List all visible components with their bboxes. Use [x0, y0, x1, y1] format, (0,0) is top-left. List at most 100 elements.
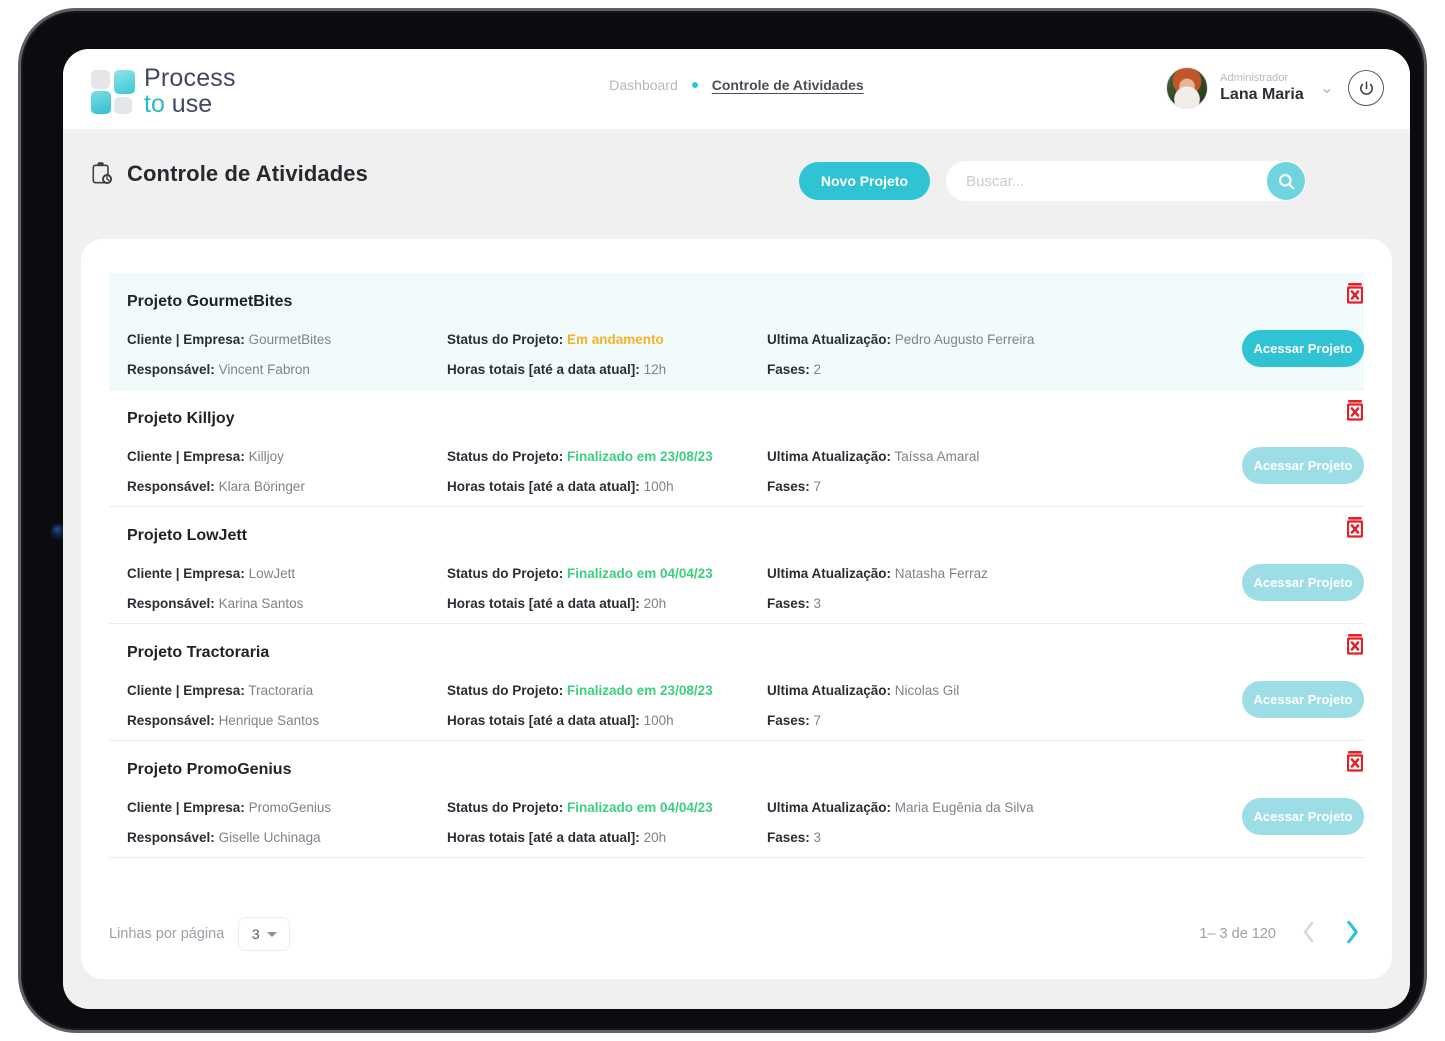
responsible-label: Responsável:: [127, 712, 215, 728]
project-status: Status do Projeto: Finalizado em 04/04/2…: [447, 799, 767, 817]
status-badge: Em andamento: [567, 332, 664, 347]
breadcrumb-dashboard[interactable]: Dashboard: [609, 77, 678, 93]
access-project-button[interactable]: Acessar Projeto: [1242, 564, 1364, 601]
access-project-button[interactable]: Acessar Projeto: [1242, 681, 1364, 718]
phases-value: 3: [813, 595, 822, 611]
search-box: [946, 161, 1306, 201]
project-row: Projeto LowJett Cliente | Empresa: LowJe…: [109, 507, 1364, 624]
project-status: Status do Projeto: Em andamento: [447, 331, 767, 349]
project-hours: Horas totais [até a data atual]: 12h: [447, 361, 767, 379]
screen: Process to use Dashboard Controle de Ati…: [63, 49, 1410, 1009]
delete-project-button[interactable]: [1346, 517, 1364, 538]
project-responsible: Responsável: Klara Böringer: [127, 478, 447, 496]
hours-value: 20h: [643, 829, 667, 845]
responsible-value: Giselle Uchinaga: [218, 829, 321, 845]
new-project-button[interactable]: Novo Projeto: [798, 162, 930, 200]
power-button[interactable]: [1348, 70, 1384, 106]
phases-label: Fases:: [767, 361, 810, 377]
pagination: Linhas por página 3 1– 3 de 120: [109, 917, 1364, 951]
project-row: Projeto Tractoraria Cliente | Empresa: T…: [109, 624, 1364, 741]
delete-project-button[interactable]: [1346, 634, 1364, 655]
last-update-label: Ultima Atualização:: [767, 800, 892, 815]
header-actions: Novo Projeto: [798, 161, 1306, 201]
status-badge: Finalizado em 04/04/23: [567, 800, 713, 815]
client-label: Cliente | Empresa:: [127, 566, 245, 581]
project-title: Projeto GourmetBites: [127, 293, 293, 310]
project-hours: Horas totais [até a data atual]: 100h: [447, 712, 767, 730]
phases-value: 7: [813, 712, 822, 728]
status-badge: Finalizado em 23/08/23: [567, 683, 713, 698]
project-status: Status do Projeto: Finalizado em 23/08/2…: [447, 448, 767, 466]
last-update-label: Ultima Atualização:: [767, 332, 892, 347]
search-input[interactable]: [946, 161, 1306, 201]
project-status: Status do Projeto: Finalizado em 04/04/2…: [447, 565, 767, 583]
hours-label: Horas totais [até a data atual]:: [447, 595, 640, 611]
chevron-down-icon[interactable]: ⌄: [1320, 78, 1334, 98]
chevron-right-icon: [1347, 920, 1358, 944]
breadcrumb-separator-dot-icon: [691, 82, 698, 88]
chevron-left-icon: [1303, 921, 1314, 943]
project-client: Cliente | Empresa: LowJett: [127, 565, 447, 583]
project-client: Cliente | Empresa: Tractoraria: [127, 682, 447, 700]
rows-per-page-select[interactable]: 3: [238, 917, 291, 951]
trash-delete-icon: [1347, 517, 1363, 538]
last-update-value: Natasha Ferraz: [894, 566, 988, 581]
project-list: Projeto GourmetBites Cliente | Empresa: …: [109, 273, 1364, 858]
last-update-label: Ultima Atualização:: [767, 683, 892, 698]
delete-project-button[interactable]: [1346, 400, 1364, 421]
status-badge: Finalizado em 04/04/23: [567, 566, 713, 581]
access-project-button[interactable]: Acessar Projeto: [1242, 447, 1364, 484]
hours-label: Horas totais [até a data atual]:: [447, 478, 640, 494]
project-client: Cliente | Empresa: PromoGenius: [127, 799, 447, 817]
access-project-button[interactable]: Acessar Projeto: [1242, 330, 1364, 367]
responsible-label: Responsável:: [127, 829, 215, 845]
responsible-label: Responsável:: [127, 595, 215, 611]
last-update-value: Taíssa Amaral: [894, 449, 980, 464]
hours-label: Horas totais [até a data atual]:: [447, 712, 640, 728]
rows-per-page-value: 3: [251, 926, 260, 942]
project-responsible: Responsável: Karina Santos: [127, 595, 447, 613]
status-label: Status do Projeto:: [447, 449, 564, 464]
breadcrumb-current[interactable]: Controle de Atividades: [712, 77, 864, 93]
phases-label: Fases:: [767, 829, 810, 845]
search-button[interactable]: [1267, 162, 1305, 200]
avatar: [1166, 67, 1209, 109]
next-page-button[interactable]: [1341, 920, 1364, 948]
user-role: Administrador: [1220, 71, 1289, 84]
delete-project-button[interactable]: [1346, 751, 1364, 772]
clipboard-clock-icon: [92, 162, 113, 185]
project-row: Projeto GourmetBites Cliente | Empresa: …: [109, 273, 1364, 390]
responsible-value: Vincent Fabron: [218, 361, 310, 377]
client-label: Cliente | Empresa:: [127, 332, 245, 347]
trash-delete-icon: [1347, 283, 1363, 304]
logo-line-2-use: use: [164, 89, 213, 118]
last-update-value: Maria Eugênia da Silva: [894, 800, 1034, 815]
user-menu[interactable]: Administrador Lana Maria ⌄: [1166, 67, 1384, 109]
status-label: Status do Projeto:: [447, 566, 564, 581]
project-title: Projeto PromoGenius: [127, 761, 292, 778]
phases-value: 7: [813, 478, 822, 494]
delete-project-button[interactable]: [1346, 283, 1364, 304]
page-header: Controle de Atividades Novo Projeto: [63, 129, 1410, 233]
responsible-value: Klara Böringer: [218, 478, 305, 494]
power-icon: [1359, 80, 1373, 95]
top-navigation-bar: Process to use Dashboard Controle de Ati…: [63, 49, 1410, 129]
project-responsible: Responsável: Vincent Fabron: [127, 361, 447, 379]
project-title: Projeto Tractoraria: [127, 644, 270, 661]
client-value: Tractoraria: [248, 683, 314, 698]
prev-page-button[interactable]: [1298, 921, 1319, 947]
rows-per-page-label: Linhas por página: [109, 926, 225, 942]
last-update-value: Nicolas Gil: [894, 683, 960, 698]
hours-label: Horas totais [até a data atual]:: [447, 361, 640, 377]
responsible-label: Responsável:: [127, 361, 215, 377]
project-responsible: Responsável: Giselle Uchinaga: [127, 829, 447, 847]
last-update-value: Pedro Augusto Ferreira: [894, 332, 1035, 347]
trash-delete-icon: [1347, 751, 1363, 772]
client-label: Cliente | Empresa:: [127, 449, 245, 464]
client-label: Cliente | Empresa:: [127, 683, 245, 698]
last-update-label: Ultima Atualização:: [767, 566, 892, 581]
project-hours: Horas totais [até a data atual]: 20h: [447, 829, 767, 847]
logo-line-2-to: to: [144, 89, 165, 118]
project-client: Cliente | Empresa: GourmetBites: [127, 331, 447, 349]
access-project-button[interactable]: Acessar Projeto: [1242, 798, 1364, 835]
